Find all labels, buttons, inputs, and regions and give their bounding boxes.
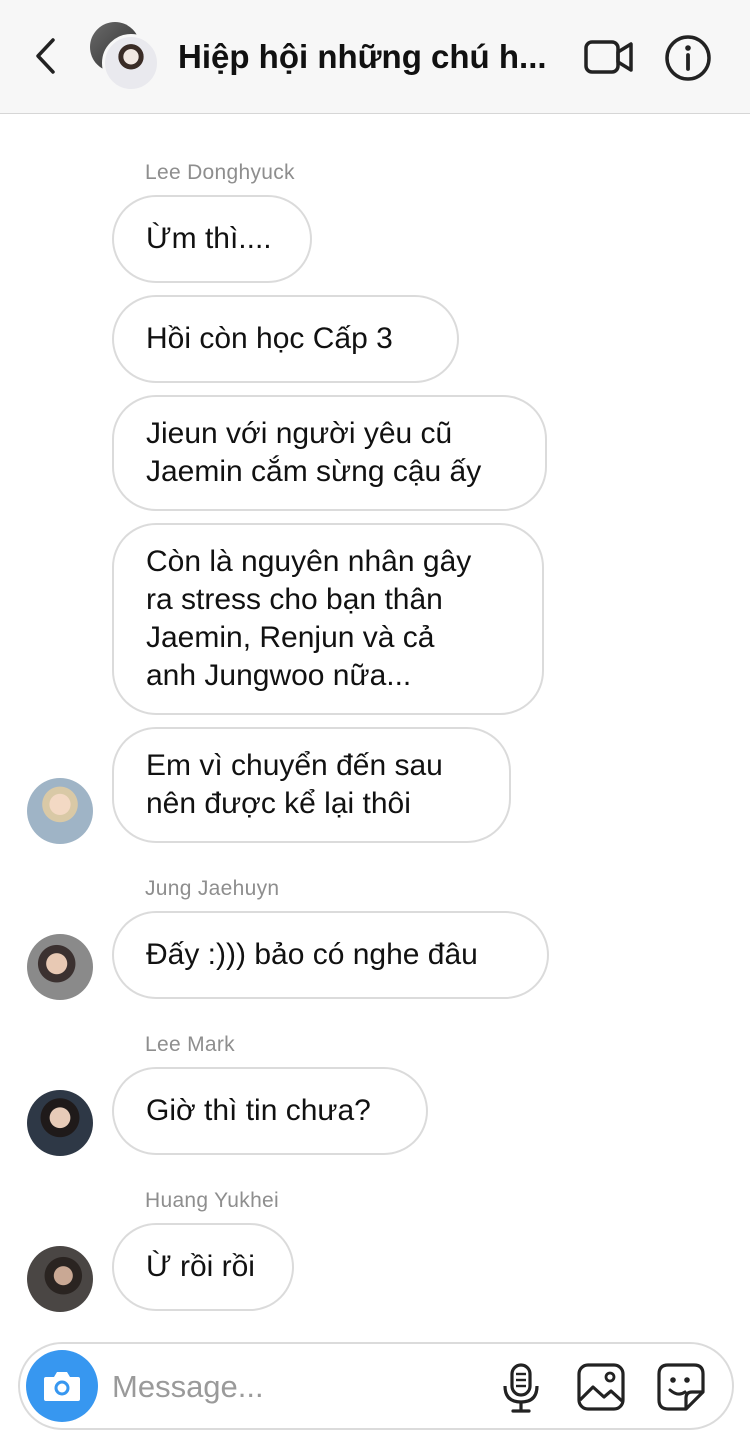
avatar[interactable] xyxy=(27,934,93,1000)
message-bubble[interactable]: Giờ thì tin chưa? xyxy=(112,1067,428,1155)
chat-title[interactable]: Hiệp hội những chú h... xyxy=(178,36,568,78)
camera-icon xyxy=(44,1372,80,1401)
microphone-icon xyxy=(503,1363,539,1413)
avatar[interactable] xyxy=(27,1246,93,1312)
message-bubble[interactable]: Hồi còn học Cấp 3 xyxy=(112,295,459,383)
video-call-button[interactable] xyxy=(584,36,634,78)
message-bubble[interactable]: Jieun với người yêu cũ Jaemin cắm sừng c… xyxy=(112,395,547,511)
message-composer xyxy=(18,1342,734,1430)
message-input[interactable] xyxy=(112,1366,472,1408)
gallery-button[interactable] xyxy=(576,1362,626,1412)
group-avatar[interactable] xyxy=(90,22,162,94)
chevron-left-icon xyxy=(36,38,55,74)
voice-message-button[interactable] xyxy=(500,1362,542,1414)
message-bubble[interactable]: Ừ rồi rồi xyxy=(112,1223,294,1311)
video-camera-icon xyxy=(584,40,633,74)
info-button[interactable] xyxy=(664,34,712,82)
back-button[interactable] xyxy=(28,36,64,76)
avatar[interactable] xyxy=(27,1090,93,1156)
sender-name: Jung Jaehuyn xyxy=(145,877,280,900)
message-bubble[interactable]: Đấy :))) bảo có nghe đâu xyxy=(112,911,549,999)
info-icon xyxy=(665,35,711,81)
camera-button[interactable] xyxy=(26,1350,98,1422)
message-bubble[interactable]: Ừm thì.... xyxy=(112,195,312,283)
sender-name: Huang Yukhei xyxy=(145,1189,279,1212)
sticker-button[interactable] xyxy=(656,1362,706,1412)
image-gallery-icon xyxy=(577,1363,625,1411)
message-bubble[interactable]: Em vì chuyển đến sau nên được kể lại thô… xyxy=(112,727,511,843)
sender-name: Lee Mark xyxy=(145,1033,235,1056)
avatar[interactable] xyxy=(27,778,93,844)
sticker-icon xyxy=(657,1363,705,1411)
message-bubble[interactable]: Còn là nguyên nhân gây ra stress cho bạn… xyxy=(112,523,544,715)
sender-name: Lee Donghyuck xyxy=(145,161,295,184)
group-avatar-front xyxy=(102,34,160,92)
chat-header: Hiệp hội những chú h... xyxy=(0,0,750,114)
